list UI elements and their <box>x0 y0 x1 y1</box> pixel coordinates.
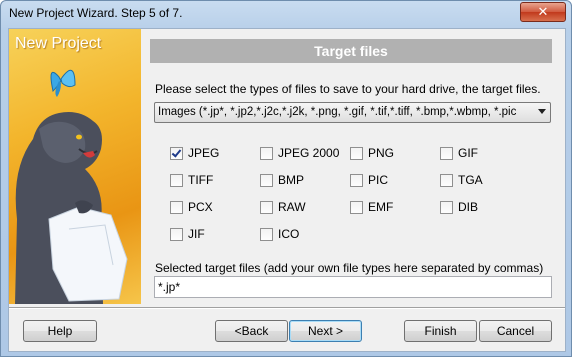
close-icon[interactable]: ✕ <box>520 2 566 22</box>
checkbox-label: JIF <box>188 227 205 241</box>
checkbox-png[interactable]: PNG <box>350 146 394 160</box>
checkbox-raw[interactable]: RAW <box>260 200 306 214</box>
window-title: New Project Wizard. Step 5 of 7. <box>9 6 183 20</box>
checkbox-box[interactable] <box>170 146 183 160</box>
back-button[interactable]: <Back <box>215 320 288 342</box>
checkbox-label: DIB <box>458 200 479 214</box>
wizard-window: New Project Wizard. Step 5 of 7. ✕ New P… <box>0 0 572 357</box>
title-bar: New Project Wizard. Step 5 of 7. ✕ <box>1 1 571 27</box>
checkbox-dib[interactable]: DIB <box>440 200 478 214</box>
checkbox-box[interactable] <box>350 173 363 187</box>
help-button[interactable]: Help <box>23 320 97 342</box>
chevron-down-icon <box>538 109 546 114</box>
finish-button[interactable]: Finish <box>404 320 477 342</box>
cancel-button[interactable]: Cancel <box>479 320 552 342</box>
checkbox-label: PCX <box>188 200 213 214</box>
sidebar-banner: New Project <box>9 29 141 304</box>
checkbox-box[interactable] <box>260 227 273 241</box>
checkbox-bmp[interactable]: BMP <box>260 173 304 187</box>
checkbox-tiff[interactable]: TIFF <box>170 173 213 187</box>
checkbox-gif[interactable]: GIF <box>440 146 478 160</box>
checkbox-box[interactable] <box>260 146 273 160</box>
page-header: Target files <box>150 39 552 63</box>
panther-illustration <box>15 69 128 304</box>
checkbox-box[interactable] <box>350 200 363 214</box>
checkbox-box[interactable] <box>440 200 453 214</box>
file-type-select-value: Images (*.jp*, *.jp2,*.j2c,*.j2k, *.png,… <box>158 106 517 118</box>
checkbox-jif[interactable]: JIF <box>170 227 205 241</box>
next-button[interactable]: Next > <box>289 320 362 342</box>
checkbox-pic[interactable]: PIC <box>350 173 388 187</box>
checkbox-pcx[interactable]: PCX <box>170 200 213 214</box>
checkbox-box[interactable] <box>260 173 273 187</box>
butterfly-icon <box>50 69 76 97</box>
checkbox-emf[interactable]: EMF <box>350 200 393 214</box>
checkbox-label: ICO <box>278 227 300 241</box>
checkbox-box[interactable] <box>440 146 453 160</box>
wizard-body: New Project Target files Please select t… <box>8 28 566 352</box>
checkbox-label: TIFF <box>188 173 214 187</box>
checkbox-label: PIC <box>368 173 389 187</box>
checkbox-label: JPEG <box>188 146 220 160</box>
checkbox-label: PNG <box>368 146 395 160</box>
checkbox-box[interactable] <box>170 173 183 187</box>
selected-files-input[interactable]: *.jp* <box>154 276 552 298</box>
checkbox-label: GIF <box>458 146 478 160</box>
checkbox-box[interactable] <box>170 227 183 241</box>
checkbox-box[interactable] <box>170 200 183 214</box>
checkbox-box[interactable] <box>350 146 363 160</box>
checkbox-ico[interactable]: ICO <box>260 227 299 241</box>
checkbox-tga[interactable]: TGA <box>440 173 483 187</box>
file-type-select[interactable]: Images (*.jp*, *.jp2,*.j2c,*.j2k, *.png,… <box>154 102 551 123</box>
instructions-text: Please select the types of files to save… <box>155 82 541 96</box>
checkbox-label: EMF <box>368 200 394 214</box>
selected-files-label: Selected target files (add your own file… <box>155 261 544 275</box>
checkbox-jpeg[interactable]: JPEG <box>170 146 219 160</box>
footer-divider <box>9 307 565 309</box>
checkbox-jpeg-2000[interactable]: JPEG 2000 <box>260 146 339 160</box>
checkbox-label: RAW <box>278 200 306 214</box>
checkbox-box[interactable] <box>260 200 273 214</box>
checkbox-label: BMP <box>278 173 305 187</box>
checkbox-label: TGA <box>458 173 483 187</box>
checkbox-box[interactable] <box>440 173 453 187</box>
checkbox-label: JPEG 2000 <box>278 146 340 160</box>
